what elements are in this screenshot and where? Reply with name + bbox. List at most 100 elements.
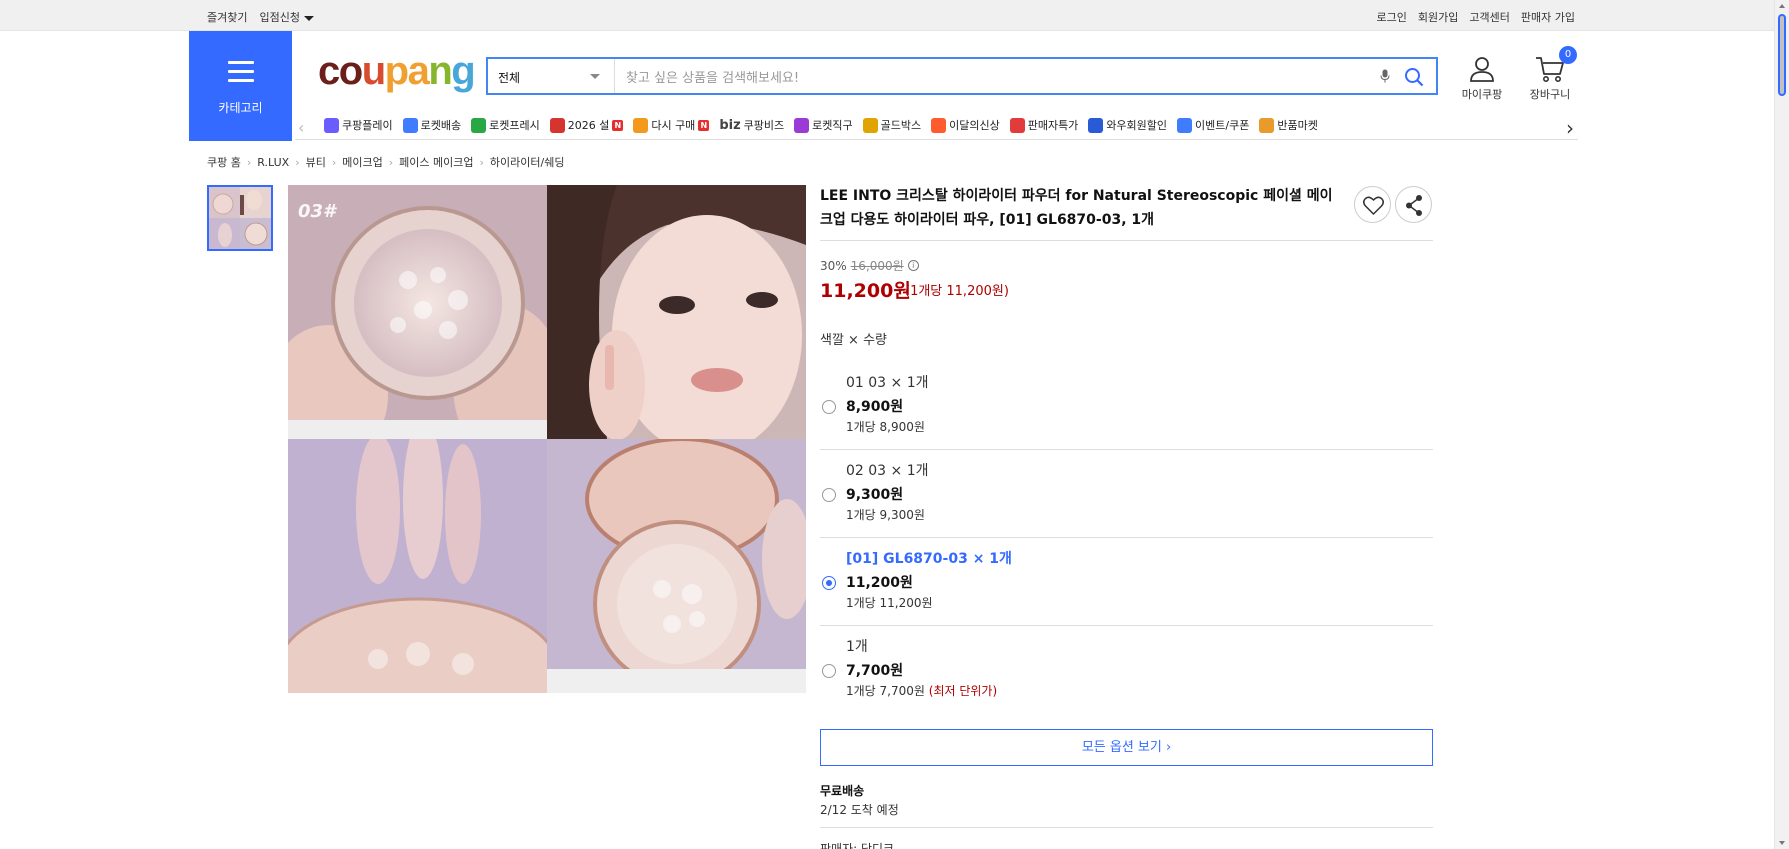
view-all-options-button[interactable]: 모든 옵션 보기 › bbox=[820, 729, 1433, 766]
global-rocket-icon bbox=[794, 117, 810, 133]
breadcrumb-separator-icon: › bbox=[479, 155, 484, 169]
shipping-eta: 2/12 도착 예정 bbox=[820, 803, 899, 817]
cart-label: 장바구니 bbox=[1529, 88, 1571, 101]
product-main-image[interactable]: 03# bbox=[288, 185, 806, 694]
option-price: 8,900원 bbox=[846, 399, 904, 415]
option-radio[interactable] bbox=[822, 488, 836, 502]
share-button[interactable] bbox=[1395, 186, 1432, 223]
goldbox-icon bbox=[862, 117, 878, 133]
nav-item[interactable]: 다시 구매 N bbox=[633, 117, 710, 133]
my-coupang-button[interactable]: 마이쿠팡 bbox=[1455, 55, 1509, 102]
nav-prev-icon[interactable]: ‹ bbox=[298, 118, 304, 137]
option-item[interactable]: 1개 7,700원 1개당 7,700원 (최저 단위가) bbox=[820, 636, 1433, 724]
search-scope-select[interactable]: 전체 bbox=[488, 59, 615, 93]
store-apply-label: 입점신청 bbox=[259, 11, 300, 24]
favorite-button[interactable] bbox=[1354, 186, 1391, 223]
breadcrumb-item[interactable]: R.LUX bbox=[257, 156, 289, 169]
breadcrumb-item[interactable]: 하이라이터/쉐딩 bbox=[490, 154, 565, 170]
share-icon bbox=[1406, 195, 1422, 216]
scroll-up-icon[interactable] bbox=[1779, 4, 1785, 8]
nav-item-label: 골드박스 bbox=[880, 119, 922, 132]
rocket-fresh-icon bbox=[471, 117, 487, 133]
discount-rate: 30% bbox=[820, 258, 847, 273]
category-label: 카테고리 bbox=[218, 101, 263, 115]
nav-item[interactable]: biz 쿠팡비즈 bbox=[719, 117, 784, 133]
search-scope-value: 전체 bbox=[498, 71, 521, 85]
seller-signup-link[interactable]: 판매자 가입 bbox=[1521, 9, 1575, 25]
option-price: 11,200원 bbox=[846, 575, 913, 591]
nav-next-icon[interactable]: › bbox=[1566, 116, 1574, 139]
signup-link[interactable]: 회원가입 bbox=[1418, 9, 1458, 25]
thumbnail-image bbox=[209, 187, 271, 249]
discount-line: 30% 16,000원 i bbox=[820, 257, 919, 274]
microphone-icon[interactable] bbox=[1380, 69, 1390, 83]
nav-item-label: 로켓프레시 bbox=[489, 119, 540, 132]
scrollbar-thumb[interactable] bbox=[1778, 14, 1786, 96]
quick-nav: ‹ 쿠팡플레이 로켓배송 로켓프레시 2026 설 N 다시 구매 Nbiz 쿠팡비즈 로켓직구… bbox=[295, 113, 1578, 140]
customer-center-link[interactable]: 고객센터 bbox=[1469, 9, 1509, 25]
product-title: LEE INTO 크리스탈 하이라이터 파우더 for Natural Ster… bbox=[820, 188, 1333, 228]
nav-item[interactable]: 로켓배송 bbox=[402, 117, 462, 133]
title-divider bbox=[820, 240, 1433, 241]
nav-item[interactable]: 쿠팡플레이 bbox=[324, 117, 393, 133]
option-item[interactable]: [01] GL6870-03 × 1개 11,200원 1개당 11,200원 bbox=[820, 548, 1433, 636]
new-badge: N bbox=[612, 119, 624, 131]
option-radio[interactable] bbox=[822, 664, 836, 678]
page-scrollbar[interactable] bbox=[1774, 0, 1789, 849]
option-name: [01] GL6870-03 × 1개 bbox=[846, 551, 1012, 567]
nav-item[interactable]: 반품마켓 bbox=[1259, 117, 1318, 133]
option-unit-price: 1개당 11,200원 bbox=[846, 596, 933, 610]
gift-icon bbox=[549, 117, 565, 133]
caret-down-icon bbox=[303, 15, 314, 21]
store-apply-dropdown[interactable]: 입점신청 bbox=[259, 9, 314, 25]
nav-item-label: 다시 구매 bbox=[651, 119, 696, 132]
product-thumbnail[interactable] bbox=[207, 185, 273, 251]
option-item[interactable]: 02 03 × 1개 9,300원 1개당 9,300원 bbox=[820, 460, 1433, 548]
nav-item[interactable]: 로켓직구 bbox=[794, 117, 853, 133]
breadcrumb-item[interactable]: 페이스 메이크업 bbox=[399, 154, 473, 170]
breadcrumb-separator-icon: › bbox=[295, 155, 300, 169]
biz-icon: biz bbox=[719, 117, 741, 133]
coupon-icon bbox=[1177, 117, 1193, 133]
category-menu-button[interactable]: 카테고리 bbox=[189, 31, 292, 141]
nav-item-label: 로켓배송 bbox=[420, 119, 462, 132]
play-icon bbox=[324, 117, 339, 133]
nav-item[interactable]: 이벤트/쿠폰 bbox=[1177, 117, 1249, 133]
top-bar-right: 로그인 회원가입 고객센터 판매자 가입 bbox=[1377, 9, 1575, 25]
breadcrumb-item[interactable]: 쿠팡 홈 bbox=[207, 154, 241, 170]
info-icon[interactable]: i bbox=[907, 260, 919, 271]
shipping-title: 무료배송 bbox=[820, 784, 865, 798]
unit-price: (1개당 11,200원) bbox=[905, 284, 1009, 299]
option-item[interactable]: 01 03 × 1개 8,900원 1개당 8,900원 bbox=[820, 372, 1433, 460]
image-label: 03# bbox=[298, 201, 336, 222]
cart-button[interactable]: 0 장바구니 bbox=[1520, 46, 1580, 102]
search-icon[interactable] bbox=[1404, 67, 1424, 87]
nav-item-label: 2026 설 bbox=[567, 119, 610, 132]
bookmark-link[interactable]: 즐겨찾기 bbox=[207, 9, 247, 25]
discount-icon bbox=[1009, 117, 1025, 133]
nav-item[interactable]: 이달의신상 bbox=[931, 117, 1000, 133]
new-badge: N bbox=[698, 119, 710, 131]
search-input[interactable]: 찾고 싶은 상품을 검색해보세요! bbox=[626, 67, 1326, 86]
nav-item-label: 로켓직구 bbox=[812, 119, 853, 132]
breadcrumb-item[interactable]: 뷰티 bbox=[306, 154, 326, 170]
dropdown-arrow-icon bbox=[590, 74, 600, 79]
coupang-logo[interactable]: coupang bbox=[318, 48, 476, 94]
nav-item[interactable]: 골드박스 bbox=[862, 117, 922, 133]
nav-item[interactable]: 와우회원할인 bbox=[1088, 117, 1167, 133]
nav-item-label: 판매자특가 bbox=[1027, 119, 1079, 132]
breadcrumb-separator-icon: › bbox=[388, 155, 394, 169]
nav-item-label: 쿠팡플레이 bbox=[342, 119, 393, 132]
nav-item[interactable]: 로켓프레시 bbox=[471, 117, 540, 133]
nav-item[interactable]: 2026 설N bbox=[549, 117, 624, 133]
breadcrumb-separator-icon: › bbox=[246, 155, 252, 169]
breadcrumb-item[interactable]: 메이크업 bbox=[342, 154, 382, 170]
nav-item-label: 이벤트/쿠폰 bbox=[1195, 119, 1250, 132]
option-name: 02 03 × 1개 bbox=[846, 463, 929, 479]
nav-item[interactable]: 판매자특가 bbox=[1009, 117, 1079, 133]
market-icon bbox=[1259, 117, 1275, 133]
option-radio[interactable] bbox=[822, 576, 836, 590]
option-radio[interactable] bbox=[822, 400, 836, 414]
login-link[interactable]: 로그인 bbox=[1377, 9, 1407, 25]
scroll-down-icon[interactable] bbox=[1779, 841, 1785, 845]
